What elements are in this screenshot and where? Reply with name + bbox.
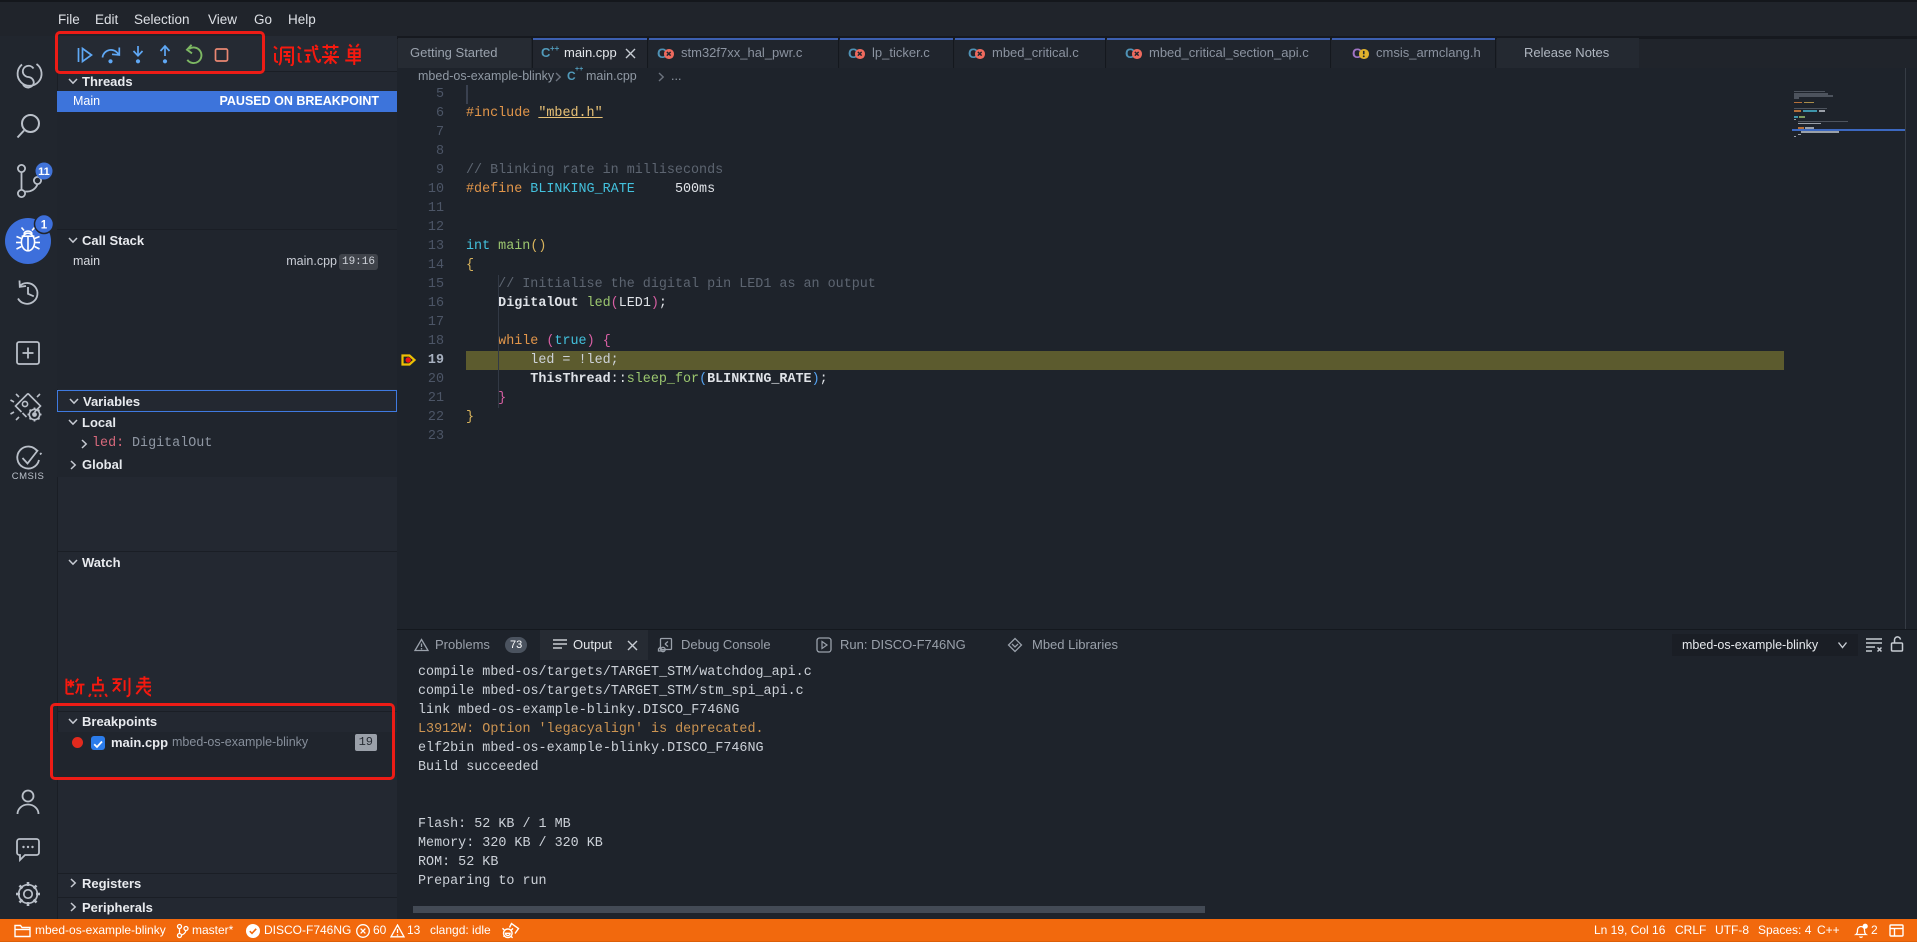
svg-text:CMSIS: CMSIS <box>12 471 45 482</box>
svg-text:11: 11 <box>38 166 50 178</box>
svg-text:1: 1 <box>41 220 48 232</box>
